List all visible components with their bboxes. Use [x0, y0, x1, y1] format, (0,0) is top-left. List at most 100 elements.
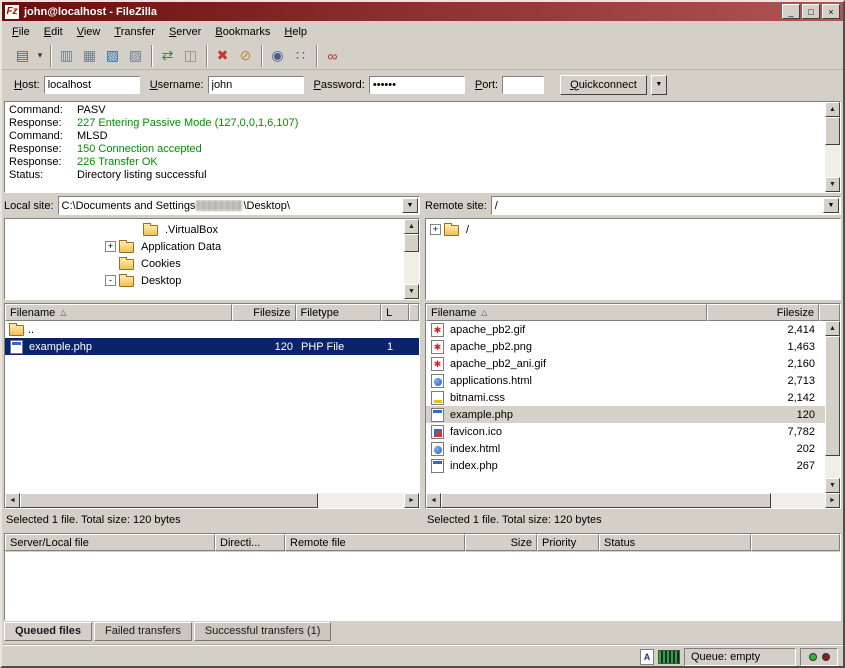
menu-item[interactable]: Server	[162, 23, 208, 41]
scroll-thumb[interactable]	[404, 234, 419, 252]
scroll-thumb[interactable]	[20, 493, 318, 508]
remote-site-dropdown-icon[interactable]: ▼	[823, 198, 839, 213]
tree-expander-icon[interactable]: +	[105, 241, 116, 252]
log-scrollbar[interactable]: ▲ ▼	[825, 102, 840, 192]
close-button[interactable]: ×	[822, 4, 840, 19]
scroll-thumb[interactable]	[441, 493, 771, 508]
log-prefix: Status:	[5, 169, 77, 182]
local-status-text: Selected 1 file. Total size: 120 bytes	[4, 512, 420, 530]
toggle-queue-icon[interactable]: ▨	[124, 45, 147, 67]
menu-item[interactable]: View	[70, 23, 108, 41]
column-server-local-file[interactable]: Server/Local file	[5, 534, 215, 551]
scroll-track[interactable]	[825, 456, 840, 478]
column-filename[interactable]: Filename△	[5, 304, 232, 321]
queue-tab[interactable]: Successful transfers (1)	[194, 622, 332, 641]
toggle-remote-tree-icon[interactable]: ▧	[101, 45, 124, 67]
menu-item[interactable]: Transfer	[107, 23, 162, 41]
file-name: ..	[28, 324, 34, 336]
queue-list-area[interactable]	[5, 552, 840, 620]
tree-expander-icon[interactable]: +	[430, 224, 441, 235]
file-row[interactable]: apache_pb2.gif 2,414	[426, 321, 825, 338]
disconnect-icon[interactable]: ⊘	[234, 45, 257, 67]
scroll-left-icon[interactable]: ◄	[5, 493, 20, 508]
tree-expander-icon[interactable]: -	[105, 275, 116, 286]
scroll-left-icon[interactable]: ◄	[426, 493, 441, 508]
scroll-track[interactable]	[404, 252, 419, 284]
file-row[interactable]: example.php 120	[426, 406, 825, 423]
column-direction[interactable]: Directi...	[215, 534, 285, 551]
scroll-down-icon[interactable]: ▼	[825, 478, 840, 493]
column-remote-file[interactable]: Remote file	[285, 534, 465, 551]
column-last-modified[interactable]: L	[381, 304, 409, 321]
tree-item[interactable]: .VirtualBox	[5, 221, 404, 238]
column-filesize[interactable]: Filesize	[707, 304, 819, 321]
scroll-down-icon[interactable]: ▼	[404, 284, 419, 299]
column-status[interactable]: Status	[599, 534, 751, 551]
quickconnect-button[interactable]: Quickconnect	[560, 75, 647, 95]
quickconnect-dropdown-icon[interactable]: ▼	[651, 75, 667, 95]
file-row[interactable]: apache_pb2.png 1,463	[426, 338, 825, 355]
queue-tab[interactable]: Failed transfers	[94, 622, 192, 641]
file-row[interactable]: index.html 202	[426, 440, 825, 457]
username-input[interactable]	[208, 76, 304, 94]
file-row[interactable]: apache_pb2_ani.gif 2,160	[426, 355, 825, 372]
menu-item[interactable]: File	[5, 23, 37, 41]
scroll-up-icon[interactable]: ▲	[825, 321, 840, 336]
column-filename[interactable]: Filename△	[426, 304, 707, 321]
site-manager-icon[interactable]: ▤	[11, 45, 34, 67]
file-row[interactable]: ..	[5, 321, 419, 338]
compare-icon[interactable]: ∞	[321, 45, 344, 67]
menu-item[interactable]: Edit	[37, 23, 70, 41]
toggle-local-tree-icon[interactable]: ▦	[78, 45, 101, 67]
queue-tab[interactable]: Queued files	[4, 622, 92, 641]
scroll-right-icon[interactable]: ►	[825, 493, 840, 508]
column-filetype[interactable]: Filetype	[296, 304, 382, 321]
minimize-button[interactable]: _	[782, 4, 800, 19]
log-prefix: Response:	[5, 117, 77, 130]
local-tree-scrollbar[interactable]: ▲ ▼	[404, 219, 419, 299]
menu-item[interactable]: Help	[277, 23, 314, 41]
scroll-right-icon[interactable]: ►	[404, 493, 419, 508]
menu-item[interactable]: Bookmarks	[208, 23, 277, 41]
scroll-track[interactable]	[771, 493, 825, 508]
tree-item[interactable]: + Application Data	[5, 238, 404, 255]
remote-hscrollbar[interactable]: ◄ ►	[426, 493, 840, 508]
scroll-up-icon[interactable]: ▲	[404, 219, 419, 234]
file-row[interactable]: index.php 267	[426, 457, 825, 474]
tree-item[interactable]: - Desktop	[5, 272, 404, 289]
password-input[interactable]	[369, 76, 465, 94]
scroll-thumb[interactable]	[825, 117, 840, 145]
scroll-track[interactable]	[318, 493, 404, 508]
remote-site-combo[interactable]: / ▼	[491, 196, 841, 215]
file-icon	[431, 357, 444, 371]
filter-icon[interactable]: ∷	[289, 45, 312, 67]
scroll-up-icon[interactable]: ▲	[825, 102, 840, 117]
file-row[interactable]: favicon.ico 7,782	[426, 423, 825, 440]
file-row[interactable]: bitnami.css 2,142	[426, 389, 825, 406]
process-queue-icon[interactable]: ◫	[179, 45, 202, 67]
column-priority[interactable]: Priority	[537, 534, 599, 551]
scroll-thumb[interactable]	[825, 336, 840, 456]
data-type-icon[interactable]: A	[640, 649, 654, 665]
column-filesize[interactable]: Filesize	[232, 304, 296, 321]
local-site-dropdown-icon[interactable]: ▼	[402, 198, 418, 213]
scroll-track[interactable]	[825, 145, 840, 177]
scroll-down-icon[interactable]: ▼	[825, 177, 840, 192]
find-files-icon[interactable]: ◉	[266, 45, 289, 67]
refresh-icon[interactable]: ⇄	[156, 45, 179, 67]
remote-vscrollbar[interactable]: ▲ ▼	[825, 321, 840, 493]
local-site-combo[interactable]: C:\Documents and Settings\Desktop\ ▼	[58, 196, 420, 215]
local-hscrollbar[interactable]: ◄ ►	[5, 493, 419, 508]
file-row[interactable]: applications.html 2,713	[426, 372, 825, 389]
encryption-icon[interactable]	[658, 650, 680, 664]
file-row[interactable]: example.php 120 PHP File 1	[5, 338, 419, 355]
tree-item[interactable]: + /	[426, 221, 840, 238]
cancel-icon[interactable]: ✖	[211, 45, 234, 67]
maximize-button[interactable]: □	[802, 4, 820, 19]
toggle-log-icon[interactable]: ▥	[55, 45, 78, 67]
tree-item[interactable]: Cookies	[5, 255, 404, 272]
site-manager-dropdown-icon[interactable]: ▾	[34, 45, 46, 67]
host-input[interactable]	[44, 76, 140, 94]
port-input[interactable]	[502, 76, 544, 94]
column-size[interactable]: Size	[465, 534, 537, 551]
